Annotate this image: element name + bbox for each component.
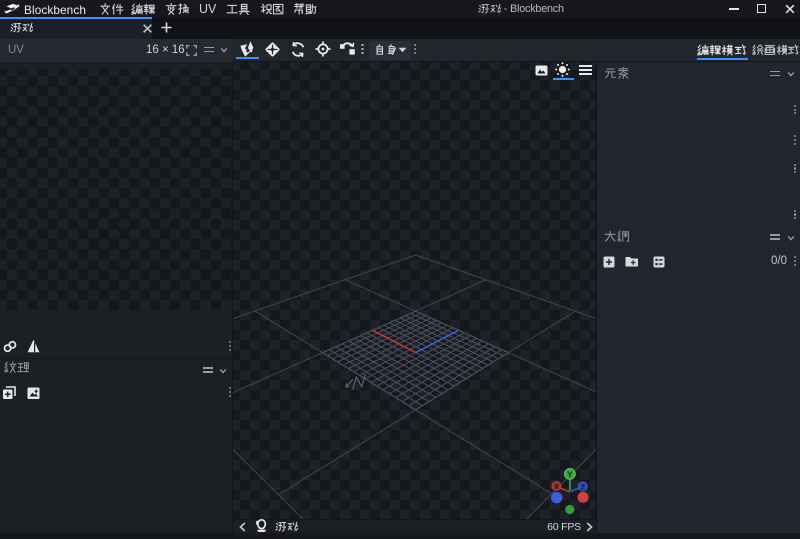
- svg-text:X: X: [554, 484, 559, 491]
- svg-text:Y: Y: [567, 470, 573, 479]
- svg-text:Z: Z: [581, 484, 586, 491]
